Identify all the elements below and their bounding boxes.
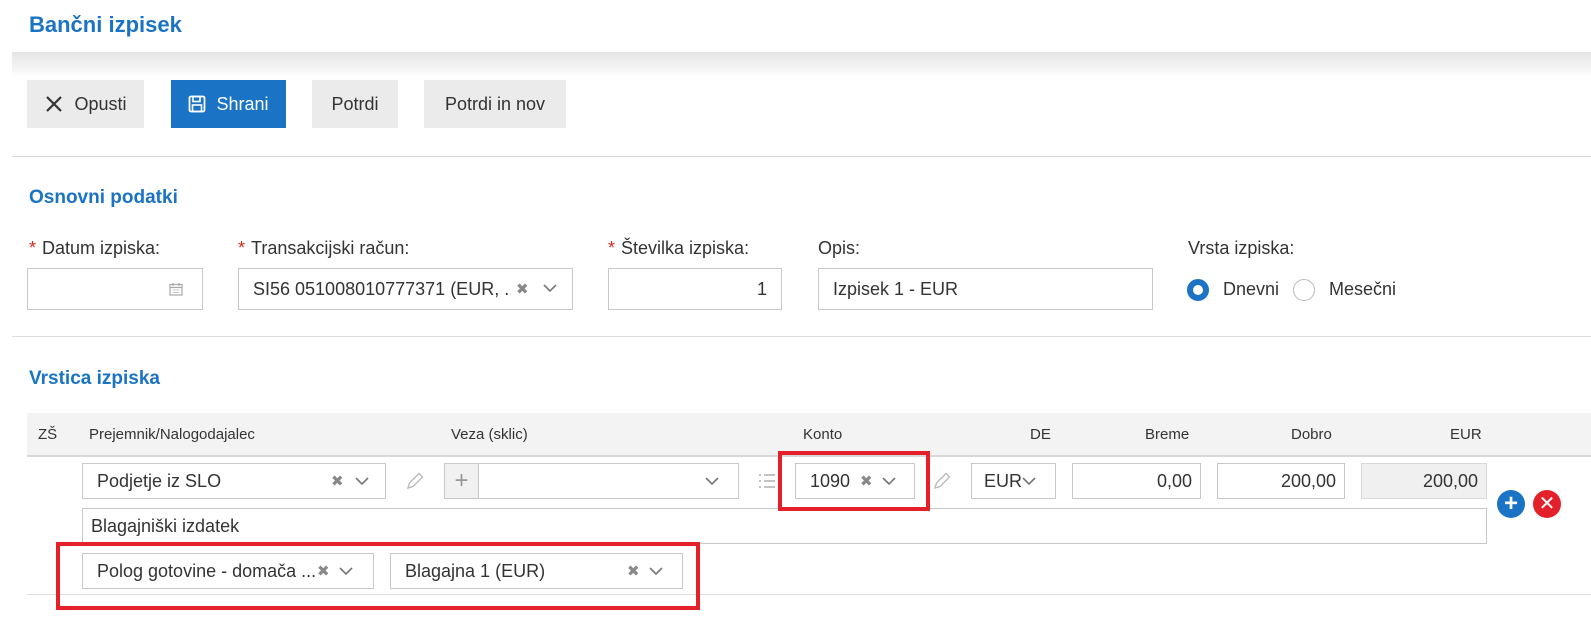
radio-daily-label: Dnevni bbox=[1223, 279, 1280, 299]
add-reference-icon[interactable]: + bbox=[445, 464, 479, 498]
column-header: Dobro bbox=[1291, 426, 1332, 443]
column-header: ZŠ bbox=[38, 426, 58, 443]
cancel-button[interactable]: Opusti bbox=[27, 80, 144, 128]
date-label-text: Datum izpiska: bbox=[42, 238, 161, 258]
page-title: Bančni izpisek bbox=[29, 12, 182, 37]
radio-monthly[interactable] bbox=[1293, 279, 1315, 301]
header-shadow bbox=[12, 52, 1591, 78]
recipient-select[interactable]: Podjetje iz SLO ✖ bbox=[82, 463, 386, 499]
account-label-text: Transakcijski račun: bbox=[251, 238, 410, 258]
column-header: EUR bbox=[1450, 426, 1482, 443]
cancel-button-label: Opusti bbox=[74, 93, 127, 114]
floppy-disk-icon bbox=[189, 95, 206, 113]
eur-amount-value: 200,00 bbox=[1422, 470, 1478, 491]
chevron-down-icon[interactable] bbox=[1022, 477, 1036, 486]
required-mark: * bbox=[238, 238, 246, 258]
number-value: 1 bbox=[756, 278, 767, 299]
column-header: Konto bbox=[803, 426, 843, 443]
number-label-text: Številka izpiska: bbox=[621, 238, 750, 258]
add-row-icon[interactable]: + bbox=[1497, 490, 1525, 518]
column-header: Prejemnik/Nalogodajalec bbox=[89, 426, 255, 443]
line-description-value: Blagajniški izdatek bbox=[91, 515, 240, 536]
account-select[interactable]: SI56 051008010777371 (EUR, ... ✖ bbox=[238, 268, 573, 310]
confirm-and-new-button-label: Potrdi in nov bbox=[444, 93, 546, 114]
line-description-field[interactable]: Blagajniški izdatek bbox=[82, 508, 1487, 544]
required-mark: * bbox=[608, 238, 616, 258]
close-icon bbox=[46, 96, 63, 112]
save-button[interactable]: Shrani bbox=[171, 80, 286, 128]
confirm-button[interactable]: Potrdi bbox=[312, 80, 398, 128]
account-value: SI56 051008010777371 (EUR, ... bbox=[253, 278, 511, 299]
number-field[interactable]: 1 bbox=[608, 268, 782, 310]
number-label: * Številka izpiska: bbox=[608, 238, 749, 259]
column-header: DE bbox=[1030, 426, 1051, 443]
page-header: Bančni izpisek bbox=[0, 0, 1591, 52]
pencil-icon[interactable] bbox=[932, 471, 952, 491]
currency-select[interactable]: EUR bbox=[971, 463, 1056, 499]
credit-value: 200,00 bbox=[1280, 470, 1336, 491]
column-header: Breme bbox=[1145, 426, 1190, 443]
chevron-down-icon[interactable] bbox=[705, 477, 719, 486]
calendar-icon[interactable] bbox=[169, 282, 183, 296]
list-icon[interactable] bbox=[758, 473, 776, 489]
credit-field[interactable]: 200,00 bbox=[1217, 463, 1345, 499]
radio-daily[interactable] bbox=[1187, 279, 1209, 301]
divider bbox=[12, 156, 1591, 157]
radio-monthly-label: Mesečni bbox=[1329, 279, 1397, 299]
required-mark: * bbox=[29, 238, 37, 258]
chevron-down-icon[interactable] bbox=[543, 284, 557, 293]
date-label: * Datum izpiska: bbox=[29, 238, 160, 259]
clear-icon[interactable]: ✖ bbox=[516, 280, 529, 298]
description-label: Opis: bbox=[818, 238, 861, 258]
delete-row-icon[interactable]: ✕ bbox=[1533, 490, 1561, 518]
reference-select[interactable]: + bbox=[444, 463, 739, 499]
debit-value: 0,00 bbox=[1156, 470, 1192, 491]
statement-type-label: Vrsta izpiska: bbox=[1188, 238, 1295, 258]
date-field[interactable] bbox=[27, 268, 203, 310]
highlight-box-cash-fields bbox=[56, 542, 700, 610]
section-title-lines: Vrstica izpiska bbox=[29, 368, 160, 389]
pencil-icon[interactable] bbox=[405, 471, 425, 491]
currency-value: EUR bbox=[984, 470, 1023, 491]
highlight-box-account bbox=[778, 451, 930, 511]
account-label: * Transakcijski račun: bbox=[238, 238, 409, 259]
section-title-basic: Osnovni podatki bbox=[29, 187, 178, 208]
recipient-value: Podjetje iz SLO bbox=[97, 470, 222, 491]
chevron-down-icon[interactable] bbox=[355, 477, 369, 486]
save-button-label: Shrani bbox=[216, 93, 269, 114]
confirm-button-label: Potrdi bbox=[331, 93, 379, 114]
column-header: Veza (sklic) bbox=[451, 426, 528, 443]
clear-icon[interactable]: ✖ bbox=[331, 472, 344, 490]
eur-amount-field: 200,00 bbox=[1361, 463, 1487, 499]
confirm-and-new-button[interactable]: Potrdi in nov bbox=[424, 80, 566, 128]
divider bbox=[12, 336, 1591, 337]
debit-field[interactable]: 0,00 bbox=[1072, 463, 1201, 499]
description-field[interactable]: Izpisek 1 - EUR bbox=[818, 268, 1153, 310]
description-value: Izpisek 1 - EUR bbox=[833, 278, 959, 299]
